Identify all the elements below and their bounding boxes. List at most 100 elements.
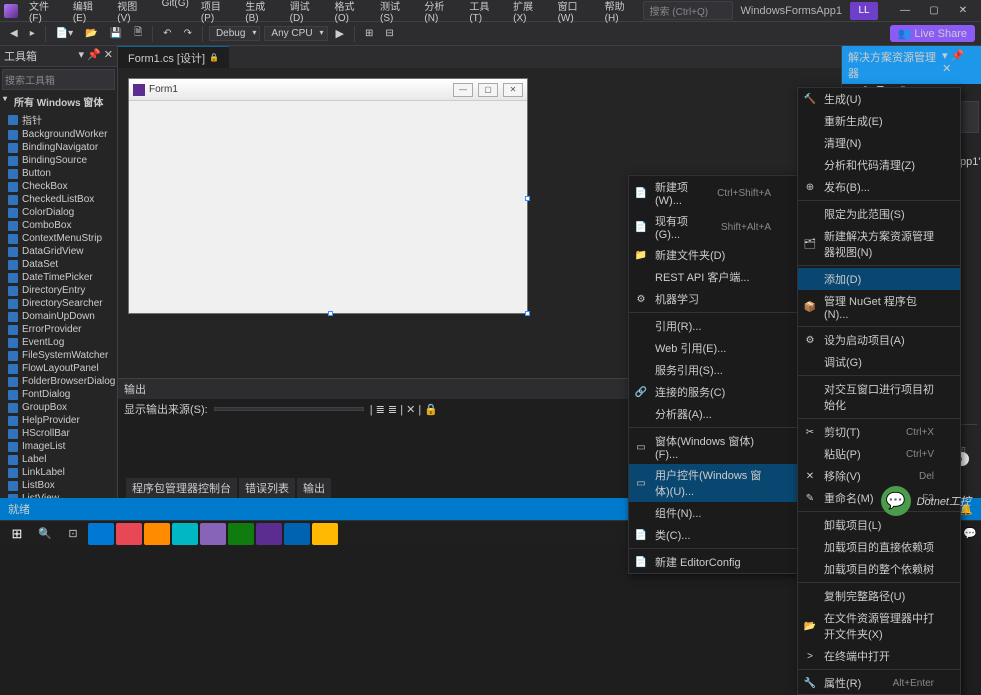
- menu-item[interactable]: 编辑(E): [68, 0, 110, 26]
- toolbox-item[interactable]: ListBox: [0, 479, 117, 492]
- toolbox-item[interactable]: CheckedListBox: [0, 193, 117, 206]
- save-button[interactable]: 💾: [106, 26, 126, 41]
- menu-item[interactable]: 添加(D): [798, 268, 960, 290]
- menu-item[interactable]: 服务引用(S)...: [629, 359, 797, 381]
- menu-item[interactable]: 格式(O): [330, 0, 373, 26]
- menu-item[interactable]: 生成(B): [240, 0, 282, 26]
- search-box[interactable]: 搜索 (Ctrl+Q): [643, 1, 733, 20]
- menu-item[interactable]: 📄新建项(W)...Ctrl+Shift+A: [629, 176, 797, 210]
- toolbox-item[interactable]: FolderBrowserDialog: [0, 375, 117, 388]
- menu-item[interactable]: 🔗连接的服务(C): [629, 381, 797, 403]
- taskbar-app-5[interactable]: [200, 523, 226, 545]
- taskbar-vs-icon[interactable]: [256, 523, 282, 545]
- toolbox-item[interactable]: DataGridView: [0, 245, 117, 258]
- menu-item[interactable]: REST API 客户端...: [629, 266, 797, 288]
- toolbox-item[interactable]: ComboBox: [0, 219, 117, 232]
- toolbox-item[interactable]: HelpProvider: [0, 414, 117, 427]
- tab-pkg-console[interactable]: 程序包管理器控制台: [126, 478, 237, 498]
- menu-item[interactable]: >在终端中打开: [798, 645, 960, 667]
- save-all-button[interactable]: 🗎: [130, 23, 146, 44]
- menu-item[interactable]: 工具(T): [464, 0, 506, 26]
- toolbox-item[interactable]: ImageList: [0, 440, 117, 453]
- menu-item[interactable]: 📦管理 NuGet 程序包(N)...: [798, 290, 960, 324]
- menu-item[interactable]: 分析和代码清理(Z): [798, 154, 960, 176]
- menu-item[interactable]: 粘贴(P)Ctrl+V: [798, 443, 960, 465]
- tb-btn-2[interactable]: ⊟: [381, 26, 397, 41]
- resize-handle[interactable]: [328, 311, 333, 316]
- resize-handle[interactable]: [525, 196, 530, 201]
- close-button[interactable]: ✕: [949, 2, 977, 20]
- menu-item[interactable]: 调试(D): [285, 0, 328, 26]
- toolbox-pin-icon[interactable]: ▾ 📌 ✕: [78, 48, 113, 64]
- redo-button[interactable]: ↷: [180, 26, 196, 41]
- menu-item[interactable]: ✎重命名(M)F2: [798, 487, 960, 509]
- tab-error-list[interactable]: 错误列表: [239, 478, 295, 498]
- toolbox-category[interactable]: 所有 Windows 窗体: [0, 92, 117, 111]
- menu-item[interactable]: 扩展(X): [508, 0, 550, 26]
- menu-item[interactable]: 加载项目的整个依赖树: [798, 558, 960, 580]
- toolbox-item[interactable]: Label: [0, 453, 117, 466]
- maximize-button[interactable]: ▢: [920, 2, 948, 20]
- menu-item[interactable]: 窗口(W): [553, 0, 598, 26]
- toolbox-item[interactable]: DateTimePicker: [0, 271, 117, 284]
- taskbar-app-1[interactable]: [88, 523, 114, 545]
- tab-form-designer[interactable]: Form1.cs [设计] 🔒: [118, 46, 229, 69]
- menu-item[interactable]: 📄新建 EditorConfig: [629, 551, 797, 573]
- menu-item[interactable]: 引用(R)...: [629, 315, 797, 337]
- menu-item[interactable]: 📂在文件资源管理器中打开文件夹(X): [798, 607, 960, 645]
- menu-item[interactable]: ⊕发布(B)...: [798, 176, 960, 198]
- menu-item[interactable]: 测试(S): [375, 0, 417, 26]
- toolbox-item[interactable]: DirectoryEntry: [0, 284, 117, 297]
- menu-item[interactable]: 对交互窗口进行项目初始化: [798, 378, 960, 416]
- taskbar-app-3[interactable]: [144, 523, 170, 545]
- menu-item[interactable]: ▭用户控件(Windows 窗体)(U)...: [629, 464, 797, 502]
- menu-item[interactable]: 🔧属性(R)Alt+Enter: [798, 672, 960, 694]
- open-button[interactable]: 📂: [81, 26, 101, 41]
- config-combo[interactable]: Debug: [209, 26, 260, 41]
- menu-item[interactable]: 分析(N): [419, 0, 462, 26]
- menu-item[interactable]: 卸载项目(L): [798, 514, 960, 536]
- toolbox-item[interactable]: FileSystemWatcher: [0, 349, 117, 362]
- toolbox-item[interactable]: HScrollBar: [0, 427, 117, 440]
- new-project-button[interactable]: 📄▾: [52, 26, 77, 41]
- toolbox-item[interactable]: Button: [0, 167, 117, 180]
- toolbox-search[interactable]: 搜索工具箱: [2, 69, 115, 90]
- toolbox-item[interactable]: DomainUpDown: [0, 310, 117, 323]
- tray-notif-icon[interactable]: 💬: [963, 527, 977, 540]
- menu-item[interactable]: 加载项目的直接依赖项: [798, 536, 960, 558]
- output-source-combo[interactable]: [214, 407, 364, 411]
- solution-pin-icon[interactable]: ▾ 📌 ✕: [942, 49, 975, 81]
- toolbox-item[interactable]: DirectorySearcher: [0, 297, 117, 310]
- toolbox-item[interactable]: BindingNavigator: [0, 141, 117, 154]
- menu-item[interactable]: ⚙机器学习: [629, 288, 797, 310]
- menu-item[interactable]: ✂剪切(T)Ctrl+X: [798, 421, 960, 443]
- menu-item[interactable]: 🔨生成(U): [798, 88, 960, 110]
- menu-item[interactable]: 重新生成(E): [798, 110, 960, 132]
- winform-preview[interactable]: Form1 — ▢ ✕: [128, 78, 528, 314]
- menu-item[interactable]: 限定为此范围(S): [798, 203, 960, 225]
- platform-combo[interactable]: Any CPU: [264, 26, 327, 41]
- taskbar-app-4[interactable]: [172, 523, 198, 545]
- menu-item[interactable]: Git(G): [157, 0, 194, 26]
- menu-item[interactable]: 复制完整路径(U): [798, 585, 960, 607]
- toolbox-item[interactable]: BackgroundWorker: [0, 128, 117, 141]
- menu-item[interactable]: 帮助(H): [600, 0, 643, 26]
- start-button[interactable]: ▶: [332, 25, 348, 42]
- taskbar-app-8[interactable]: [312, 523, 338, 545]
- toolbox-item[interactable]: CheckBox: [0, 180, 117, 193]
- start-button[interactable]: ⊞: [4, 523, 30, 545]
- live-share-button[interactable]: 👥 Live Share: [890, 25, 975, 42]
- toolbox-item[interactable]: DataSet: [0, 258, 117, 271]
- nav-back-button[interactable]: ◀: [6, 26, 22, 41]
- menu-item[interactable]: 📄现有项(G)...Shift+Alt+A: [629, 210, 797, 244]
- menu-item[interactable]: 调试(G): [798, 351, 960, 373]
- menu-item[interactable]: 项目(P): [196, 0, 238, 26]
- account-badge[interactable]: LL: [850, 2, 878, 20]
- tb-btn-1[interactable]: ⊞: [361, 26, 377, 41]
- toolbox-item[interactable]: 指针: [0, 111, 117, 128]
- resize-handle[interactable]: [525, 311, 530, 316]
- tab-pin-icon[interactable]: 🔒: [209, 53, 219, 62]
- menu-item[interactable]: 视图(V): [112, 0, 154, 26]
- taskbar-app-2[interactable]: [116, 523, 142, 545]
- toolbox-item[interactable]: BindingSource: [0, 154, 117, 167]
